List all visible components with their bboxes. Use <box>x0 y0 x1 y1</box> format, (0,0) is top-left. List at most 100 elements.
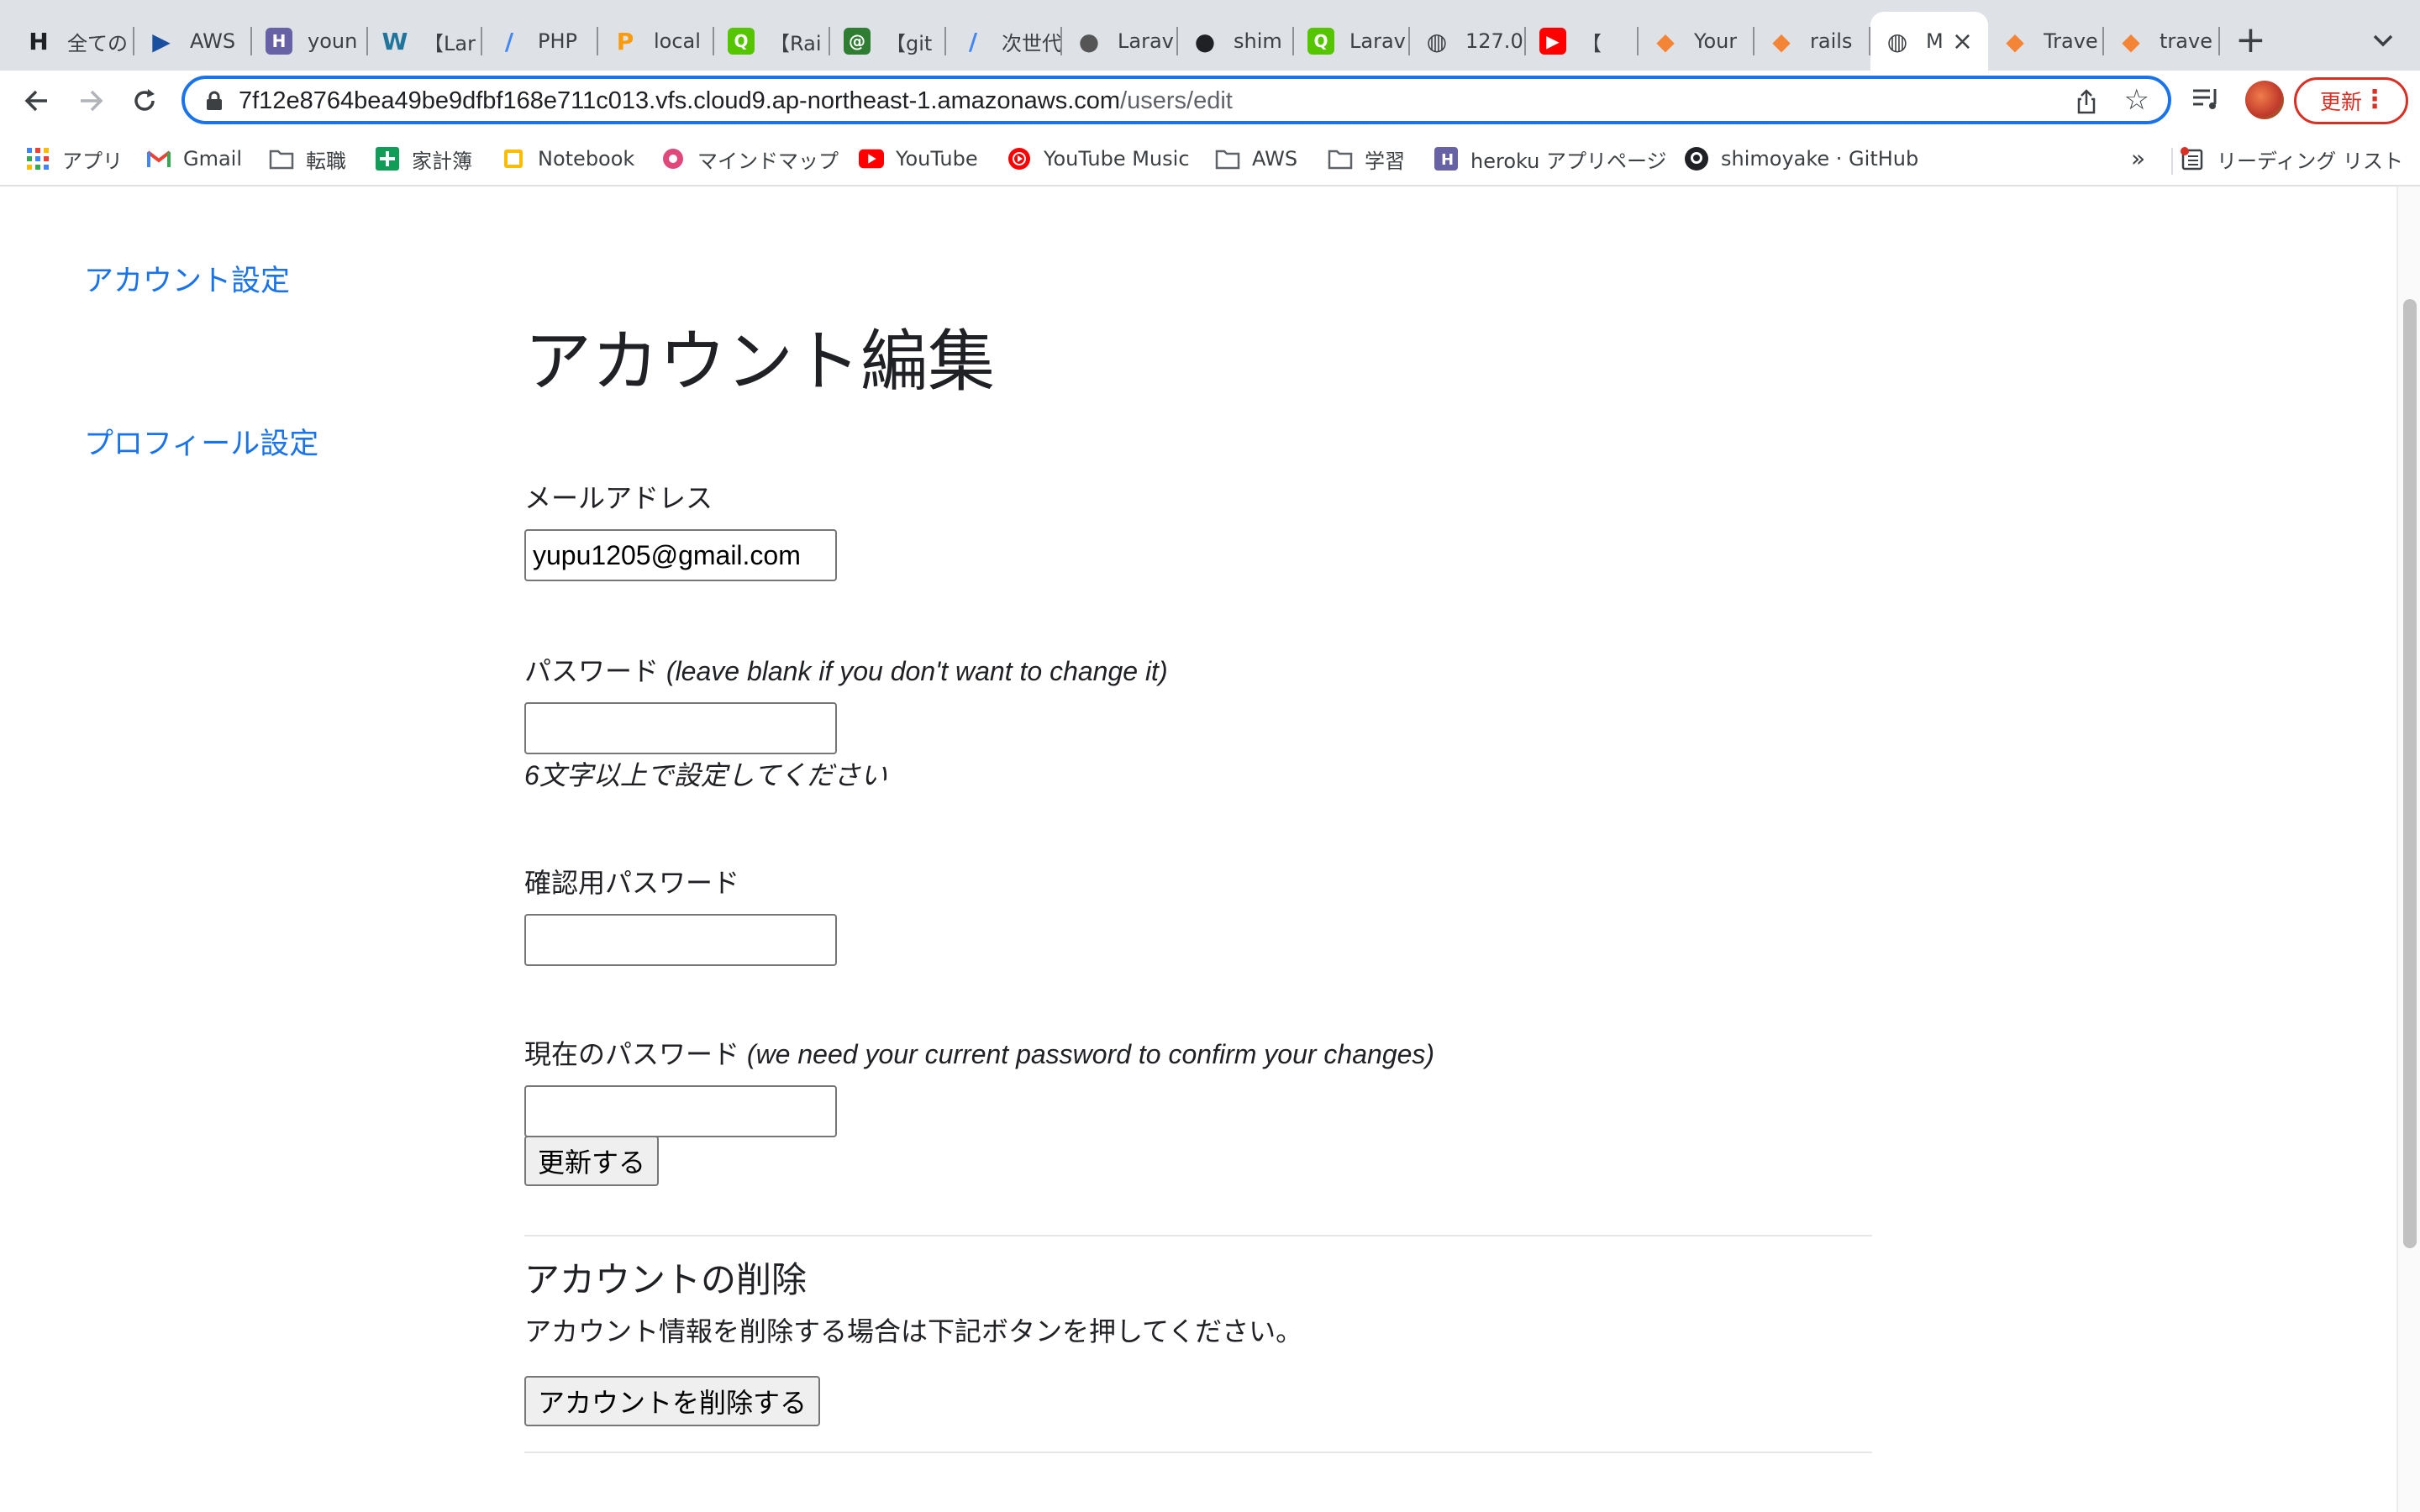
bookmark-item[interactable]: 転職 <box>269 144 346 173</box>
heroku-icon: H <box>1434 146 1459 171</box>
url-path: /users/edit <box>1120 87 1233 114</box>
bookmark-label: アプリ <box>62 149 123 173</box>
bookmark-item[interactable]: YouTube <box>859 144 978 173</box>
share-icon[interactable] <box>2074 89 2099 114</box>
close-tab-icon[interactable]: × <box>1952 27 1973 56</box>
browser-tab[interactable]: ◍ 127.0 <box>1410 12 1526 71</box>
phpmyadmin-icon: P <box>616 27 634 55</box>
bookmark-star-icon[interactable]: ☆ <box>2124 86 2149 114</box>
section-divider-bottom <box>524 1452 1872 1453</box>
password-note: (leave blank if you don't want to change… <box>666 656 1168 686</box>
browser-tab[interactable]: H 全ての <box>12 12 134 71</box>
update-label: 更新 <box>2320 90 2363 114</box>
bookmarks-overflow-button[interactable]: » <box>2131 144 2145 172</box>
github-icon <box>1684 146 1709 171</box>
password-hint: 6文字以上で設定してください <box>524 760 887 790</box>
profile-avatar-icon[interactable] <box>2245 81 2284 119</box>
browser-tab[interactable]: Plocal <box>598 12 714 71</box>
browser-tab[interactable]: Q Larav <box>1294 12 1410 71</box>
tab-separator <box>2218 27 2220 55</box>
bookmark-item[interactable]: アプリ <box>25 144 123 173</box>
reading-list-icon <box>2180 146 2205 171</box>
delete-account-button[interactable]: アカウントを削除する <box>524 1376 821 1426</box>
bookmark-label: 家計簿 <box>412 149 472 173</box>
update-account-button[interactable]: 更新する <box>524 1136 660 1186</box>
chrome-update-button[interactable]: 更新 ⋮ <box>2294 77 2408 124</box>
bookmarks-divider <box>2171 148 2173 175</box>
tab-title: M <box>1926 29 1944 53</box>
email-label: メールアドレス <box>524 483 713 513</box>
bookmark-item[interactable]: YouTube Music <box>1007 144 1190 173</box>
tab-title: youn <box>308 29 358 53</box>
browser-tab[interactable]: @ 【git <box>830 12 946 71</box>
lock-icon[interactable] <box>205 91 224 111</box>
browser-tab[interactable]: ◆ Trave <box>1988 12 2104 71</box>
browser-tab[interactable]: ● shim <box>1178 12 1294 71</box>
tab-title: Your <box>1694 29 1738 53</box>
youtube-icon: ▶ <box>1539 28 1566 55</box>
url-text[interactable]: 7f12e8764bea49be9dfbf168e711c013.vfs.clo… <box>239 87 1233 115</box>
address-bar[interactable]: 7f12e8764bea49be9dfbf168e711c013.vfs.clo… <box>182 76 2171 124</box>
bookmark-item[interactable]: Notebook <box>501 144 634 173</box>
forward-button[interactable] <box>72 82 109 119</box>
tab-title: 【 <box>1581 31 1602 55</box>
browser-tab[interactable]: ◆ Your <box>1639 12 1754 71</box>
bookmark-label: マインドマップ <box>697 149 839 173</box>
tab-title: AWS <box>190 29 236 53</box>
qiita-icon: Q <box>1307 28 1334 55</box>
forward-arrow-icon <box>81 90 103 112</box>
page-scrollbar[interactable] <box>2396 186 2420 1512</box>
bookmark-label: AWS <box>1252 147 1298 171</box>
tab-strip: H 全ての ▶ AWS Hyoun W 【Lar / PHP Plocal Q 【Rai @ 【git / 次… <box>0 0 2420 71</box>
H-icon: H <box>29 27 49 55</box>
back-button[interactable] <box>18 82 55 119</box>
folder-icon <box>269 146 294 171</box>
tab-title: rails <box>1810 29 1853 53</box>
mindmap-icon <box>660 146 686 171</box>
bookmark-item[interactable]: shimoyake · GitHub <box>1684 144 1918 173</box>
github-octocat-icon: ● <box>1078 27 1100 55</box>
browser-tab[interactable]: ◆ rails <box>1754 12 1870 71</box>
bookmark-label: shimoyake · GitHub <box>1721 147 1919 171</box>
apps-grid-icon <box>25 146 50 171</box>
heroku-icon: H <box>266 28 292 55</box>
reading-list-button[interactable]: リーディング リスト <box>2180 144 2403 173</box>
email-field[interactable] <box>524 529 837 581</box>
media-control-icon[interactable] <box>2191 86 2222 113</box>
password-confirmation-field[interactable] <box>524 914 837 966</box>
slash-icon: / <box>504 27 514 55</box>
delete-account-description: アカウント情報を削除する場合は下記ボタンを押してください。 <box>524 1316 1303 1347</box>
browser-tab[interactable]: Hyoun <box>252 12 368 71</box>
browser-tab[interactable]: ▶ 【 <box>1526 12 1639 71</box>
bookmark-item[interactable]: AWS <box>1215 144 1297 173</box>
tab-search-chevron-icon[interactable] <box>2368 25 2398 55</box>
browser-tab[interactable]: ◆ trave <box>2104 12 2220 71</box>
tab-title: 全ての <box>67 31 128 55</box>
bookmark-item[interactable]: 学習 <box>1328 144 1405 173</box>
wordpress-icon: W <box>381 27 408 55</box>
browser-tab[interactable]: ▶ AWS <box>134 12 252 71</box>
bookmark-item[interactable]: 家計簿 <box>375 144 472 173</box>
browser-tab[interactable]: Q 【Rai <box>714 12 830 71</box>
new-tab-button[interactable]: + <box>2235 22 2266 59</box>
profile-settings-link[interactable]: プロフィール設定 <box>84 420 318 463</box>
youtube-music-icon <box>1007 146 1032 171</box>
aws-cube-icon: ◆ <box>1772 27 1791 55</box>
tab-title: 【Lar <box>424 31 476 55</box>
bookmark-item[interactable]: マインドマップ <box>660 144 839 173</box>
scrollbar-thumb[interactable] <box>2403 299 2417 1248</box>
account-settings-link[interactable]: アカウント設定 <box>84 257 290 300</box>
bookmark-item[interactable]: Hheroku アプリページ <box>1434 144 1667 173</box>
current-password-field[interactable] <box>524 1085 837 1137</box>
browser-tab[interactable]: ● Larav <box>1062 12 1178 71</box>
browser-tab[interactable]: W 【Lar <box>368 12 482 71</box>
globe-icon: ◍ <box>1426 27 1448 55</box>
reload-button[interactable] <box>126 82 163 119</box>
browser-tab[interactable]: ◍ M × <box>1870 12 1988 71</box>
password-field[interactable] <box>524 702 837 754</box>
browser-tab[interactable]: / PHP <box>482 12 598 71</box>
browser-tab[interactable]: / 次世代 <box>946 12 1062 71</box>
tab-title: 【Rai <box>770 31 822 55</box>
bookmark-item[interactable]: Gmail <box>146 144 242 173</box>
tab-title: 127.0 <box>1465 29 1523 53</box>
